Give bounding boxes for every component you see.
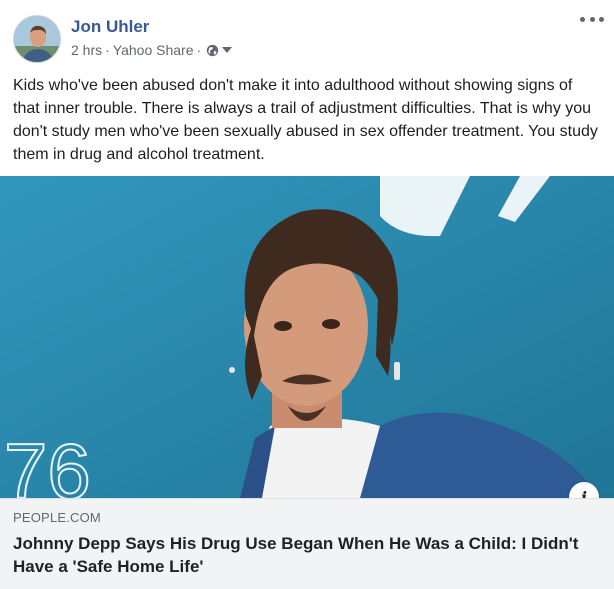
link-preview-footer[interactable]: PEOPLE.COM Johnny Depp Says His Drug Use… <box>0 498 614 589</box>
link-domain: PEOPLE.COM <box>13 510 101 525</box>
avatar[interactable] <box>13 15 61 63</box>
author-name[interactable]: Jon Uhler <box>71 17 149 37</box>
globe-icon[interactable] <box>206 44 219 57</box>
meta-separator: · <box>105 42 110 58</box>
post-header: Jon Uhler 2 hrs · Yahoo Share · <box>0 0 614 70</box>
portrait-photo: 76 <box>0 176 614 498</box>
backdrop-number: 76 <box>4 427 91 498</box>
post-source[interactable]: Yahoo Share <box>113 42 194 58</box>
post-meta: 2 hrs · Yahoo Share · <box>71 42 233 58</box>
link-preview-image[interactable]: 76 <box>0 176 614 498</box>
chevron-down-icon[interactable] <box>222 46 233 54</box>
link-title[interactable]: Johnny Depp Says His Drug Use Began When… <box>13 532 598 578</box>
post-time[interactable]: 2 hrs <box>71 42 102 58</box>
avatar-photo <box>14 16 60 62</box>
more-options-icon[interactable] <box>580 12 604 26</box>
post-text: Kids who've been abused don't make it in… <box>13 77 598 163</box>
meta-separator: · <box>196 42 202 58</box>
